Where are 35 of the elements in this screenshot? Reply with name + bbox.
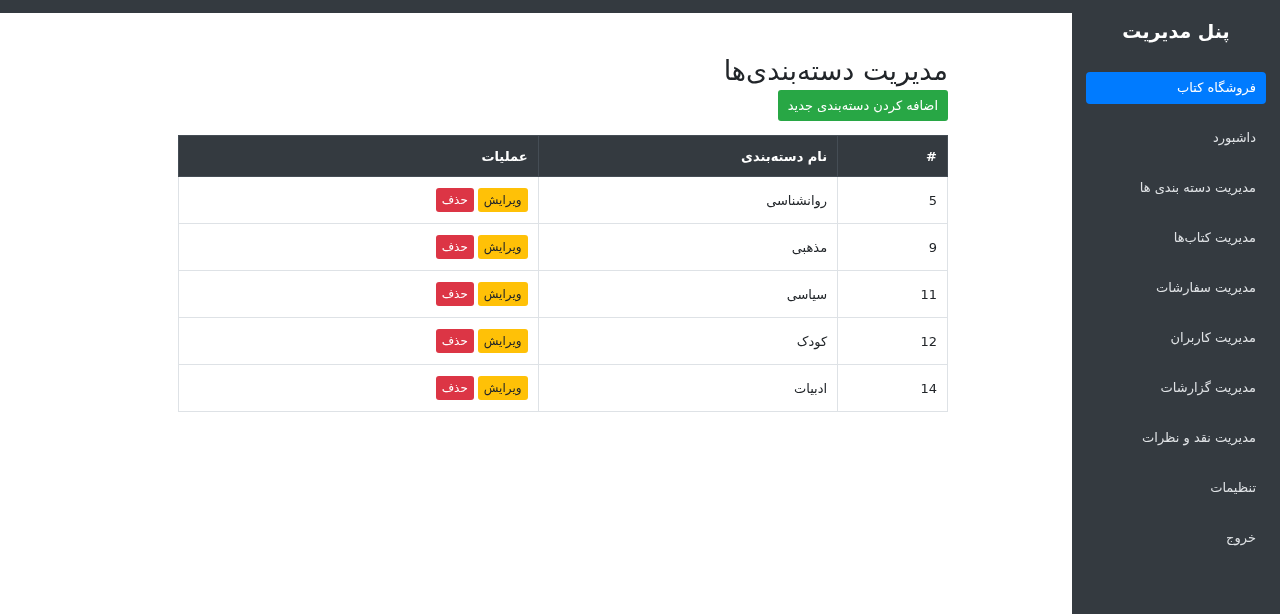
table-cell: کودک (538, 317, 838, 365)
sidebar-item[interactable]: مدیریت کتاب‌ها (1086, 222, 1266, 254)
column-header: # (837, 135, 948, 177)
sidebar-item[interactable]: مدیریت کاربران (1086, 322, 1266, 354)
column-header: نام دسته‌بندی (538, 135, 838, 177)
table-cell: 14 (837, 364, 948, 412)
sidebar-item[interactable]: تنظیمات (1086, 472, 1266, 504)
table-cell: مذهبی (538, 223, 838, 271)
edit-button[interactable]: ویرایش (477, 188, 528, 212)
sidebar-item[interactable]: مدیریت دسته بندی ها (1086, 172, 1266, 204)
delete-button[interactable]: حذف (435, 329, 474, 353)
page-title: مدیریت دسته‌بندی‌ها (722, 54, 948, 89)
table-cell: ادبیات (538, 364, 838, 412)
table-cell: سیاسی (538, 270, 838, 318)
sidebar-item[interactable]: مدیریت نقد و نظرات (1086, 422, 1266, 454)
edit-button[interactable]: ویرایش (477, 376, 528, 400)
column-header: عملیات (178, 135, 539, 177)
sidebar-item[interactable]: مدیریت گزارشات (1086, 372, 1266, 404)
table-cell: 5 (837, 176, 948, 224)
sidebar-item[interactable]: مدیریت سفارشات (1086, 272, 1266, 304)
table-cell: 9 (837, 223, 948, 271)
table-cell: 11 (837, 270, 948, 318)
delete-button[interactable]: حذف (435, 376, 474, 400)
edit-button[interactable]: ویرایش (477, 235, 528, 259)
sidebar-title: پنل مدیریت (1121, 19, 1231, 45)
edit-button[interactable]: ویرایش (477, 329, 528, 353)
delete-button[interactable]: حذف (435, 188, 474, 212)
table-cell: 12 (837, 317, 948, 365)
sidebar-item[interactable]: خروج (1086, 522, 1266, 554)
sidebar-item[interactable]: داشبورد (1086, 122, 1266, 154)
table-cell: روانشناسی (538, 176, 838, 224)
delete-button[interactable]: حذف (435, 282, 474, 306)
edit-button[interactable]: ویرایش (477, 282, 528, 306)
delete-button[interactable]: حذف (435, 235, 474, 259)
sidebar-item[interactable]: فروشگاه کتاب (1086, 72, 1266, 104)
